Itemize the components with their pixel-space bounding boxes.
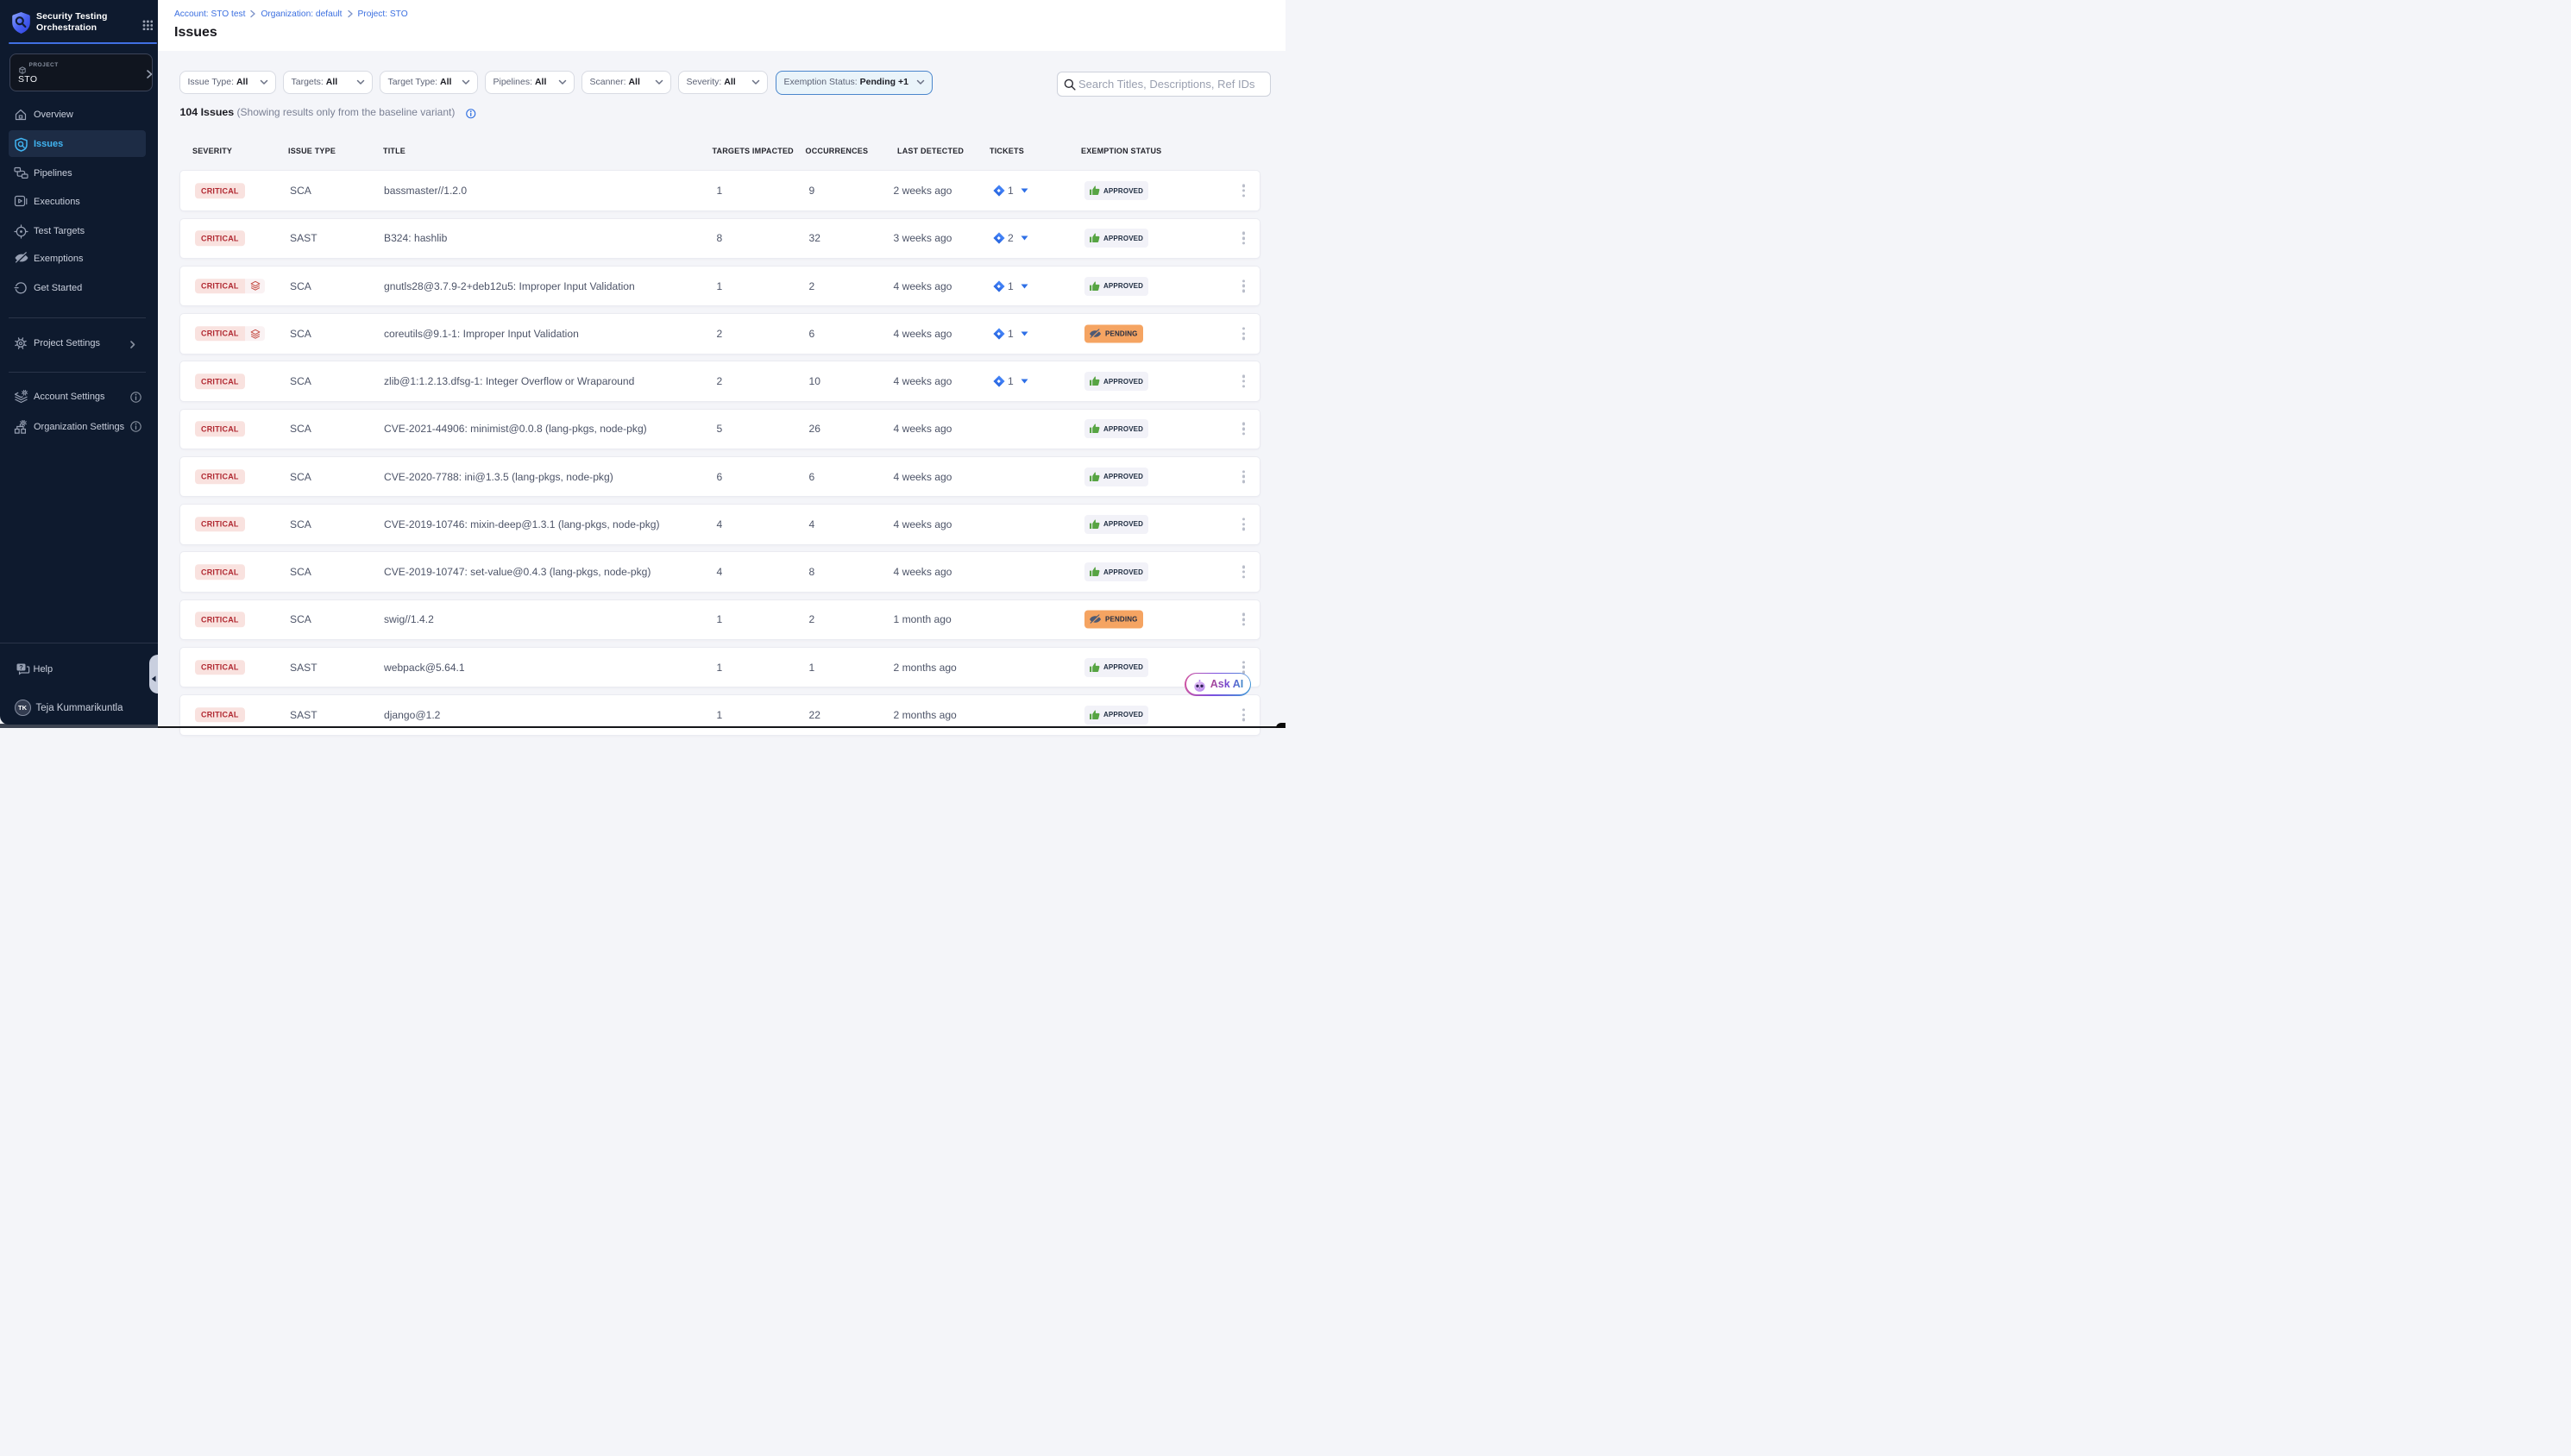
svg-text:?: ? xyxy=(19,663,23,671)
